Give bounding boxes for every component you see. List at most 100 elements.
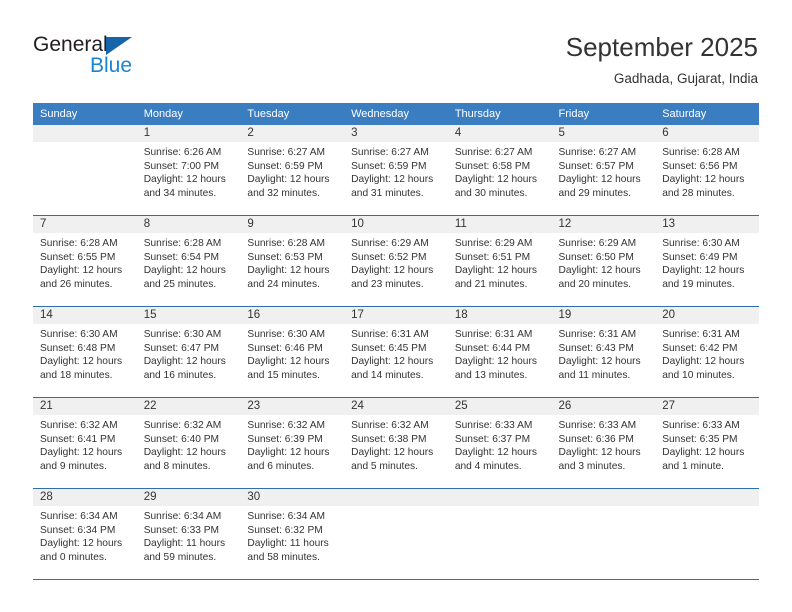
day-details: Sunrise: 6:31 AM Sunset: 6:45 PM Daylight:… — [344, 324, 448, 382]
day-detail-line: Sunset: 6:44 PM — [454, 342, 531, 354]
title-block: September 2025 Gadhada, Gujarat, India — [566, 32, 758, 88]
calendar-day-25[interactable]: 25 Sunrise: 6:33 AM Sunset: 6:37 PM Dayligh… — [447, 398, 552, 488]
day-detail-line: Sunrise: 6:31 AM — [351, 329, 429, 340]
day-detail-line: Daylight: 12 hours — [351, 265, 434, 277]
day-detail-line: and 14 minutes. — [351, 369, 424, 381]
calendar-day-2[interactable]: 2 Sunrise: 6:27 AM Sunset: 6:59 PM Daylight… — [240, 125, 345, 215]
calendar-day-16[interactable]: 16 Sunrise: 6:30 AM Sunset: 6:46 PM Dayligh… — [240, 307, 345, 397]
day-detail-line: Sunrise: 6:32 AM — [351, 420, 429, 431]
calendar-cell: 26 Sunrise: 6:33 AM Sunset: 6:36 PM Dayligh… — [551, 397, 656, 489]
page-title: September 2025 — [565, 32, 758, 62]
calendar-day-26[interactable]: 26 Sunrise: 6:33 AM Sunset: 6:36 PM Dayligh… — [551, 398, 656, 488]
day-detail-line: Sunset: 7:00 PM — [143, 160, 220, 172]
calendar-table: Sunday Monday Tuesday Wednesday Thursday Frid… — [33, 103, 759, 579]
day-number: 7 — [33, 216, 137, 233]
day-detail-line: Daylight: 12 hours — [247, 356, 330, 368]
day-detail-line: Daylight: 12 hours — [558, 356, 641, 368]
day-detail-line: Daylight: 12 hours — [454, 174, 537, 186]
calendar-cell: 9 Sunrise: 6:28 AM Sunset: 6:53 PM Daylight… — [240, 215, 345, 307]
calendar-day-3[interactable]: 3 Sunrise: 6:27 AM Sunset: 6:59 PM Daylight… — [344, 125, 448, 215]
weekday-header-monday: Monday — [136, 103, 241, 125]
brand-name-general: General — [33, 33, 108, 56]
calendar-day-12[interactable]: 12 Sunrise: 6:29 AM Sunset: 6:50 PM Dayligh… — [551, 216, 656, 306]
day-details: Sunrise: 6:34 AM Sunset: 6:34 PM Daylight:… — [33, 506, 137, 564]
calendar-day-11[interactable]: 11 Sunrise: 6:29 AM Sunset: 6:51 PM Dayligh… — [447, 216, 552, 306]
calendar-day-8[interactable]: 8 Sunrise: 6:28 AM Sunset: 6:54 PM Daylight… — [136, 216, 241, 306]
day-detail-line: Daylight: 12 hours — [558, 265, 641, 277]
calendar-day-28[interactable]: 28 Sunrise: 6:34 AM Sunset: 6:34 PM Dayligh… — [33, 489, 137, 579]
calendar-day-9[interactable]: 9 Sunrise: 6:28 AM Sunset: 6:53 PM Daylight… — [240, 216, 345, 306]
calendar-day-24[interactable]: 24 Sunrise: 6:32 AM Sunset: 6:38 PM Dayligh… — [344, 398, 448, 488]
day-number: 8 — [136, 216, 241, 233]
calendar-day-10[interactable]: 10 Sunrise: 6:29 AM Sunset: 6:52 PM Dayligh… — [344, 216, 448, 306]
day-detail-line: Daylight: 12 hours — [40, 356, 123, 368]
calendar-day-20[interactable]: 20 Sunrise: 6:31 AM Sunset: 6:42 PM Dayligh… — [655, 307, 759, 397]
calendar-day-6[interactable]: 6 Sunrise: 6:28 AM Sunset: 6:56 PM Daylight… — [655, 125, 759, 215]
day-detail-line: Daylight: 12 hours — [351, 174, 434, 186]
day-number: 13 — [655, 216, 759, 233]
day-detail-line: Sunset: 6:48 PM — [40, 342, 116, 354]
calendar-week-row: 7 Sunrise: 6:28 AM Sunset: 6:55 PM Daylight… — [33, 215, 759, 307]
day-number: 19 — [551, 307, 656, 324]
calendar-day-19[interactable]: 19 Sunrise: 6:31 AM Sunset: 6:43 PM Dayligh… — [551, 307, 656, 397]
day-detail-line: Daylight: 12 hours — [662, 174, 745, 186]
day-detail-line: Sunset: 6:41 PM — [40, 433, 116, 445]
day-number: 2 — [240, 125, 345, 142]
day-number: 22 — [136, 398, 241, 415]
calendar-cell — [551, 488, 656, 579]
day-detail-line: and 10 minutes. — [662, 369, 735, 381]
calendar-day-18[interactable]: 18 Sunrise: 6:31 AM Sunset: 6:44 PM Dayligh… — [447, 307, 552, 397]
day-detail-line: Daylight: 12 hours — [454, 265, 537, 277]
general-blue-logo[interactable]: General Blue — [33, 34, 153, 80]
day-detail-line: Daylight: 12 hours — [40, 265, 123, 277]
calendar-cell: 1 Sunrise: 6:26 AM Sunset: 7:00 PM Daylight… — [136, 125, 241, 216]
day-number: 23 — [240, 398, 345, 415]
day-detail-line: Daylight: 12 hours — [143, 447, 226, 459]
day-detail-line: Daylight: 12 hours — [351, 447, 434, 459]
day-detail-line: Sunrise: 6:29 AM — [351, 238, 429, 249]
day-details: Sunrise: 6:27 AM Sunset: 6:59 PM Daylight:… — [344, 142, 448, 200]
calendar-day-30[interactable]: 30 Sunrise: 6:34 AM Sunset: 6:32 PM Dayligh… — [240, 489, 345, 579]
calendar-day-13[interactable]: 13 Sunrise: 6:30 AM Sunset: 6:49 PM Dayligh… — [655, 216, 759, 306]
day-detail-line: Sunrise: 6:30 AM — [662, 238, 740, 249]
calendar-day-14[interactable]: 14 Sunrise: 6:30 AM Sunset: 6:48 PM Dayligh… — [33, 307, 137, 397]
day-detail-line: and 19 minutes. — [662, 278, 735, 290]
calendar-cell: 21 Sunrise: 6:32 AM Sunset: 6:41 PM Dayligh… — [33, 397, 137, 489]
calendar-day-1[interactable]: 1 Sunrise: 6:26 AM Sunset: 7:00 PM Daylight… — [136, 125, 241, 215]
calendar-day-15[interactable]: 15 Sunrise: 6:30 AM Sunset: 6:47 PM Dayligh… — [136, 307, 241, 397]
calendar-cell: 14 Sunrise: 6:30 AM Sunset: 6:48 PM Dayligh… — [33, 306, 137, 398]
calendar-week-row: 21 Sunrise: 6:32 AM Sunset: 6:41 PM Dayligh… — [33, 397, 759, 489]
calendar-day-5[interactable]: 5 Sunrise: 6:27 AM Sunset: 6:57 PM Daylight… — [551, 125, 656, 215]
day-details: Sunrise: 6:33 AM Sunset: 6:37 PM Daylight:… — [448, 415, 552, 473]
calendar-cell: 10 Sunrise: 6:29 AM Sunset: 6:52 PM Dayligh… — [344, 215, 448, 307]
day-number: 15 — [136, 307, 241, 324]
day-detail-line: Sunrise: 6:26 AM — [143, 147, 222, 158]
day-detail-line: Sunset: 6:39 PM — [247, 433, 323, 445]
calendar-day-7[interactable]: 7 Sunrise: 6:28 AM Sunset: 6:55 PM Daylight… — [33, 216, 137, 306]
day-detail-line: Daylight: 12 hours — [247, 174, 330, 186]
day-detail-line: and 13 minutes. — [454, 369, 528, 381]
day-details: Sunrise: 6:30 AM Sunset: 6:49 PM Daylight:… — [655, 233, 759, 291]
day-detail-line: and 29 minutes. — [558, 187, 632, 199]
day-detail-line: Sunset: 6:57 PM — [558, 160, 634, 172]
calendar-day-17[interactable]: 17 Sunrise: 6:31 AM Sunset: 6:45 PM Dayligh… — [344, 307, 448, 397]
day-number: 28 — [33, 489, 137, 506]
day-detail-line: and 26 minutes. — [40, 278, 113, 290]
day-detail-line: Sunrise: 6:29 AM — [454, 238, 533, 249]
calendar-day-29[interactable]: 29 Sunrise: 6:34 AM Sunset: 6:33 PM Dayligh… — [136, 489, 241, 579]
calendar-day-21[interactable]: 21 Sunrise: 6:32 AM Sunset: 6:41 PM Dayligh… — [33, 398, 137, 488]
calendar-day-27[interactable]: 27 Sunrise: 6:33 AM Sunset: 6:35 PM Dayligh… — [655, 398, 759, 488]
day-number: 20 — [655, 307, 759, 324]
day-detail-line: Sunset: 6:40 PM — [143, 433, 220, 445]
calendar-day-4[interactable]: 4 Sunrise: 6:27 AM Sunset: 6:58 PM Daylight… — [447, 125, 552, 215]
calendar-day-22[interactable]: 22 Sunrise: 6:32 AM Sunset: 6:40 PM Dayligh… — [136, 398, 241, 488]
calendar-day-23[interactable]: 23 Sunrise: 6:32 AM Sunset: 6:39 PM Dayligh… — [240, 398, 345, 488]
day-detail-line: and 25 minutes. — [143, 278, 217, 290]
calendar-cell: 24 Sunrise: 6:32 AM Sunset: 6:38 PM Dayligh… — [344, 397, 448, 489]
day-detail-line: Daylight: 12 hours — [247, 447, 330, 459]
calendar-day-empty — [655, 489, 759, 579]
calendar-cell: 2 Sunrise: 6:27 AM Sunset: 6:59 PM Daylight… — [240, 125, 345, 216]
calendar-cell: 17 Sunrise: 6:31 AM Sunset: 6:45 PM Dayligh… — [344, 306, 448, 398]
day-detail-line: and 18 minutes. — [40, 369, 113, 381]
day-number: 12 — [551, 216, 656, 233]
